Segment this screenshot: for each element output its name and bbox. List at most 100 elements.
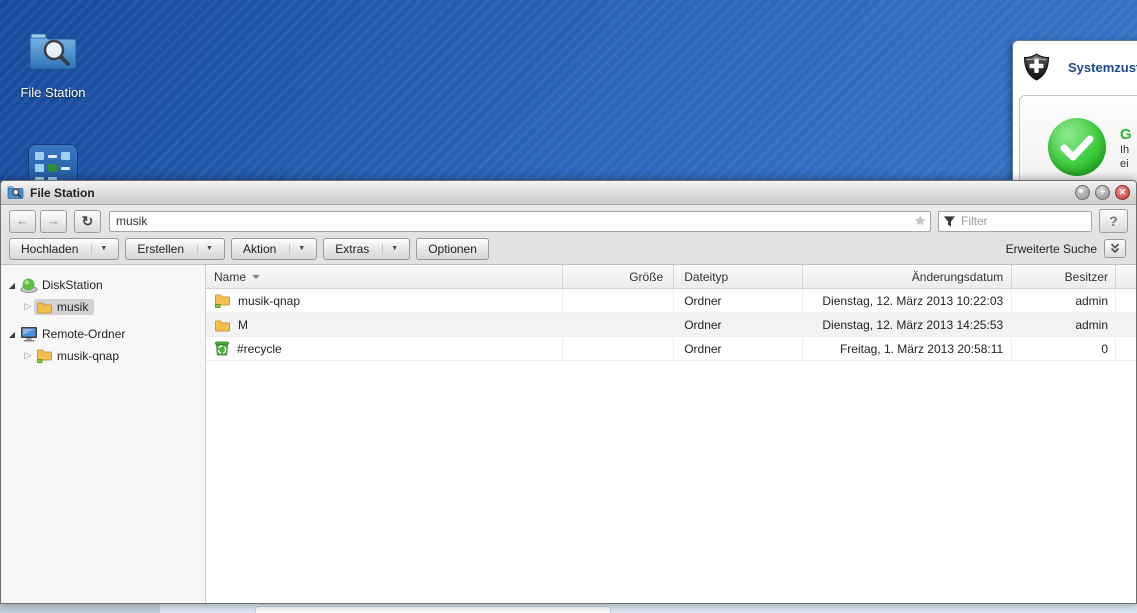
arrow-left-icon: ← — [16, 213, 29, 228]
cell-modified: Dienstag, 12. März 2013 10:22:03 — [803, 289, 1013, 312]
cell-name: musik-qnap — [206, 289, 564, 312]
desktop-icon-label: File Station — [20, 85, 86, 100]
cell-type: Ordner — [674, 313, 803, 336]
column-header-modified[interactable]: Änderungsdatum — [803, 265, 1013, 288]
help-button[interactable]: ? — [1099, 209, 1128, 233]
window-titlebar[interactable]: File Station + ✕ — [1, 181, 1136, 205]
taskbar-panel — [255, 606, 611, 613]
tree-node-diskstation[interactable]: ◢ DiskStation — [1, 274, 205, 296]
forward-button[interactable]: → — [40, 209, 67, 233]
window-title: File Station — [30, 185, 95, 200]
window-controls: + ✕ — [1075, 185, 1130, 200]
tree-node-label: musik — [57, 299, 89, 314]
button-label: Optionen — [428, 241, 477, 256]
tree-node-label: DiskStation — [42, 278, 103, 292]
advanced-search: Erweiterte Suche — [1006, 239, 1126, 258]
folder-icon — [36, 300, 53, 314]
cell-name: M — [206, 313, 564, 336]
desktop-icon-file-station[interactable]: File Station — [10, 28, 96, 100]
advanced-search-toggle-button[interactable] — [1104, 239, 1126, 258]
tree-node-label: musik-qnap — [57, 348, 120, 363]
health-status-line: ei — [1120, 158, 1129, 170]
cell-size — [563, 289, 675, 312]
advanced-search-label: Erweiterte Suche — [1005, 241, 1097, 256]
erstellen-button[interactable]: Erstellen ▼ — [125, 237, 225, 260]
cell-sliver — [1116, 337, 1136, 360]
cell-sliver — [1116, 289, 1136, 312]
extras-button[interactable]: Extras ▼ — [323, 237, 411, 260]
back-button[interactable]: ← — [9, 209, 36, 233]
maximize-button[interactable]: + — [1095, 185, 1110, 200]
collapse-arrow-icon[interactable]: ▷ — [22, 350, 34, 361]
cell-modified: Freitag, 1. März 2013 20:58:11 — [803, 337, 1013, 360]
dropdown-arrow-icon: ▼ — [382, 243, 398, 254]
network-folder-icon — [36, 348, 53, 363]
table-row[interactable]: M Ordner Dienstag, 12. März 2013 14:25:5… — [206, 313, 1136, 337]
filter-input[interactable] — [938, 210, 1092, 232]
hochladen-button[interactable]: Hochladen ▼ — [9, 237, 120, 260]
column-header-owner[interactable]: Besitzer — [1012, 265, 1117, 288]
expand-arrow-icon[interactable]: ◢ — [6, 330, 18, 339]
button-label: Hochladen — [21, 241, 79, 256]
grid-square — [61, 152, 70, 160]
tree-node-label: Remote-Ordner — [42, 327, 126, 341]
minimize-button[interactable] — [1075, 185, 1090, 200]
cell-owner: admin — [1012, 313, 1117, 336]
filter-funnel-icon — [943, 215, 956, 227]
cell-size — [563, 337, 675, 360]
filter-box — [938, 210, 1092, 232]
health-widget-header: Systemzust — [1013, 41, 1137, 91]
taskbar[interactable] — [0, 604, 1137, 613]
column-header-name[interactable]: Name — [206, 265, 564, 288]
grid-square — [35, 152, 44, 160]
column-header-type[interactable]: Dateityp — [674, 265, 803, 288]
cell-owner: admin — [1012, 289, 1117, 312]
table-header: Name Größe Dateityp Änderungsdatum Besit… — [206, 265, 1136, 289]
grid-dash — [61, 167, 70, 171]
tree-node-remote-ordner[interactable]: ◢ Remote-Ordner — [1, 323, 205, 345]
double-chevron-down-icon — [1110, 243, 1120, 254]
sort-descending-icon — [252, 274, 261, 279]
collapse-arrow-icon[interactable]: ▷ — [22, 301, 34, 312]
action-toolbar: Hochladen ▼ Erstellen ▼ Aktion ▼ Extras … — [1, 237, 1136, 265]
refresh-button[interactable]: ↻ — [74, 209, 101, 233]
health-status-line: Ih — [1120, 144, 1130, 156]
selected-tree-item[interactable]: musik — [34, 298, 95, 315]
table-row[interactable]: #recycle Ordner Freitag, 1. März 2013 20… — [206, 337, 1136, 361]
column-header-sliver — [1116, 265, 1136, 288]
dropdown-arrow-icon: ▼ — [289, 243, 305, 254]
folder-tree: ◢ DiskStation ▷ musik ◢ Remote-Ordner ▷ … — [1, 265, 206, 603]
tree-node-musik[interactable]: ▷ musik — [1, 296, 205, 317]
file-station-icon — [29, 33, 77, 70]
dropdown-arrow-icon: ▼ — [197, 243, 213, 254]
desktop: File Station Systemzust G Ih ei File Sta… — [0, 0, 1137, 613]
close-button[interactable]: ✕ — [1115, 185, 1130, 200]
optionen-button[interactable]: Optionen — [416, 237, 489, 260]
dropdown-arrow-icon: ▼ — [91, 243, 107, 254]
folder-icon — [214, 318, 231, 332]
button-label: Aktion — [242, 241, 277, 256]
diskstation-icon — [20, 277, 38, 293]
bookmark-star-icon[interactable]: ★ — [914, 213, 926, 229]
remote-computer-icon — [20, 326, 38, 342]
network-folder-icon — [214, 293, 231, 308]
arrow-right-icon: → — [47, 213, 60, 228]
column-header-size[interactable]: Größe — [563, 265, 675, 288]
tree-node-musik-qnap[interactable]: ▷ musik-qnap — [1, 345, 205, 366]
grid-check-square — [48, 164, 57, 173]
button-label: Extras — [335, 241, 370, 256]
cell-type: Ordner — [674, 337, 803, 360]
cell-type: Ordner — [674, 289, 803, 312]
cell-name: #recycle — [206, 337, 564, 360]
green-check-icon — [1048, 118, 1106, 176]
address-bar: ★ — [109, 210, 931, 232]
refresh-icon: ↻ — [81, 213, 94, 229]
health-status-text: G Ih ei — [1120, 118, 1132, 171]
address-input[interactable] — [109, 210, 931, 232]
table-row[interactable]: musik-qnap Ordner Dienstag, 12. März 201… — [206, 289, 1136, 313]
health-widget-title: Systemzust — [1068, 59, 1137, 75]
cell-sliver — [1116, 313, 1136, 336]
aktion-button[interactable]: Aktion ▼ — [230, 237, 318, 260]
expand-arrow-icon[interactable]: ◢ — [6, 281, 18, 290]
button-label: Erstellen — [137, 241, 184, 256]
